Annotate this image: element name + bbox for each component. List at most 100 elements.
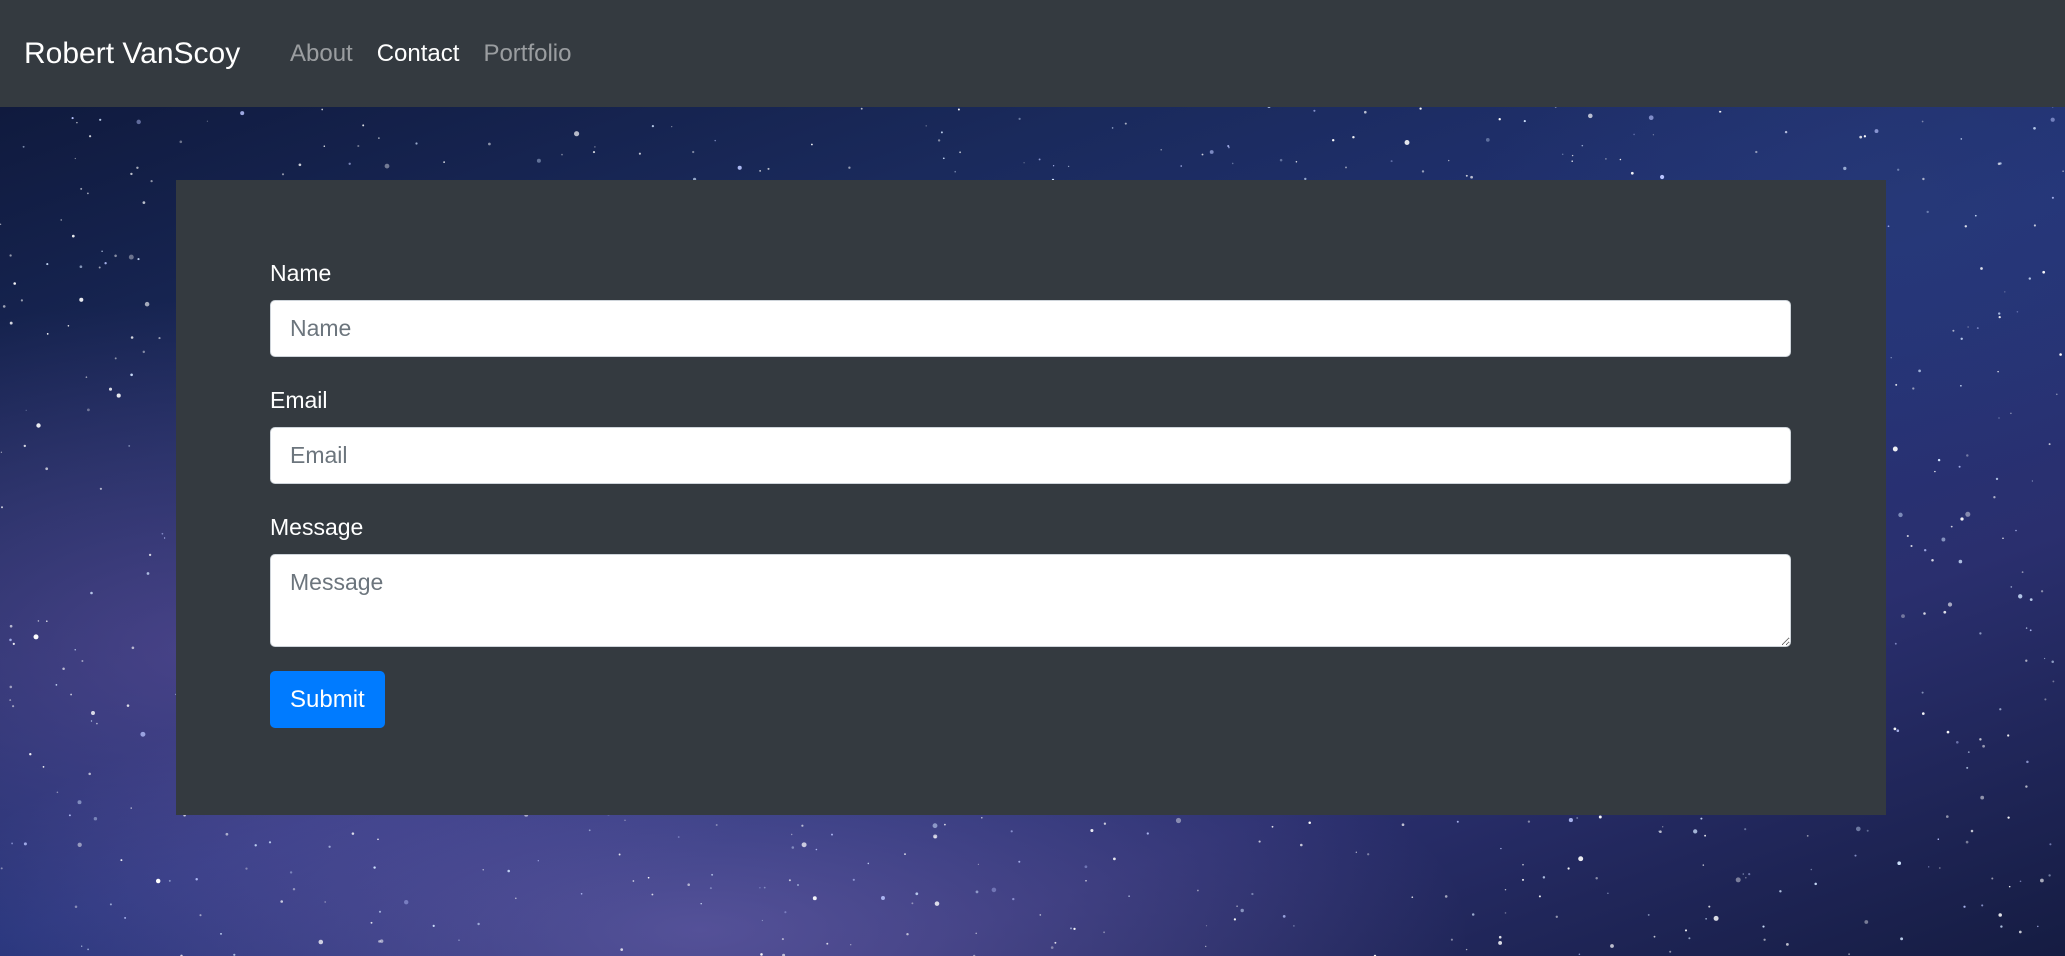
star [68, 814, 71, 817]
star [62, 667, 65, 670]
star [2026, 760, 2029, 764]
star [940, 131, 943, 134]
star [1864, 920, 1869, 924]
star [46, 263, 49, 266]
star [831, 833, 833, 836]
star [2018, 594, 2023, 599]
star [1521, 878, 1525, 881]
star [477, 922, 480, 926]
star [977, 863, 980, 866]
star [101, 250, 103, 253]
star [321, 108, 324, 111]
star [790, 833, 793, 836]
email-group: Email [270, 383, 1791, 484]
submit-button[interactable]: Submit [270, 671, 385, 728]
star [1485, 138, 1490, 142]
nav-link-portfolio[interactable]: Portfolio [483, 36, 571, 72]
star [323, 145, 326, 147]
star [1963, 905, 1966, 908]
star [1900, 937, 1904, 941]
email-input[interactable] [270, 427, 1791, 484]
star [2004, 291, 2006, 293]
star [647, 876, 650, 879]
star [1197, 889, 1199, 892]
star [1073, 927, 1076, 931]
star [574, 131, 580, 137]
star [1293, 925, 1295, 927]
star [1705, 918, 1707, 920]
star [96, 722, 98, 725]
star [9, 685, 13, 689]
star [1630, 171, 1634, 175]
star [1465, 948, 1468, 951]
star [1921, 712, 1925, 715]
star [1926, 210, 1929, 214]
star [245, 867, 248, 870]
star [1576, 817, 1579, 819]
star [150, 179, 153, 183]
star [1561, 153, 1564, 156]
star [20, 299, 24, 302]
star [1854, 854, 1857, 857]
star [867, 862, 870, 865]
star [2043, 657, 2046, 660]
star [850, 944, 852, 946]
brand-link[interactable]: Robert VanScoy [24, 34, 240, 74]
star [1308, 821, 1311, 824]
star [1633, 133, 1635, 136]
star [70, 693, 73, 696]
star [791, 846, 795, 849]
name-input[interactable] [270, 300, 1791, 357]
star [1050, 946, 1054, 949]
star [87, 948, 89, 951]
star [2025, 659, 2028, 662]
star [1201, 153, 1204, 156]
star [2025, 627, 2028, 629]
star [142, 350, 146, 354]
star [1897, 861, 1902, 866]
star [761, 919, 764, 922]
star [1894, 642, 1897, 645]
star [357, 144, 360, 148]
star [1662, 826, 1664, 828]
message-textarea[interactable] [270, 554, 1791, 647]
star [1090, 828, 1094, 833]
star [1605, 158, 1607, 160]
star [911, 902, 914, 905]
nav-link-contact[interactable]: Contact [377, 36, 460, 72]
star [1542, 876, 1546, 879]
star [77, 800, 82, 805]
star [2040, 590, 2044, 593]
star [632, 880, 635, 882]
star [298, 163, 302, 167]
star [1390, 160, 1393, 163]
nav-link-about[interactable]: About [290, 36, 353, 72]
star [826, 942, 829, 945]
star [1967, 326, 1969, 328]
star [1859, 135, 1863, 139]
star [671, 125, 673, 128]
star [126, 704, 130, 707]
star [1240, 908, 1244, 913]
star [1922, 177, 1925, 181]
star [906, 932, 909, 936]
star [1910, 544, 1913, 548]
star [1448, 159, 1450, 162]
star [1979, 738, 1982, 741]
star [1937, 838, 1940, 840]
star [1702, 864, 1705, 866]
star [1863, 135, 1867, 138]
star [1684, 929, 1688, 932]
top-navbar: Robert VanScoy About Contact Portfolio [0, 0, 2065, 107]
star [1498, 940, 1503, 945]
star [2015, 529, 2017, 532]
star [1282, 915, 1286, 918]
star [87, 408, 90, 412]
star [2048, 874, 2051, 877]
star [1918, 369, 1921, 373]
star [348, 162, 351, 165]
star [114, 254, 117, 258]
star [1538, 895, 1541, 898]
star [1997, 162, 2001, 166]
star [2025, 785, 2028, 788]
